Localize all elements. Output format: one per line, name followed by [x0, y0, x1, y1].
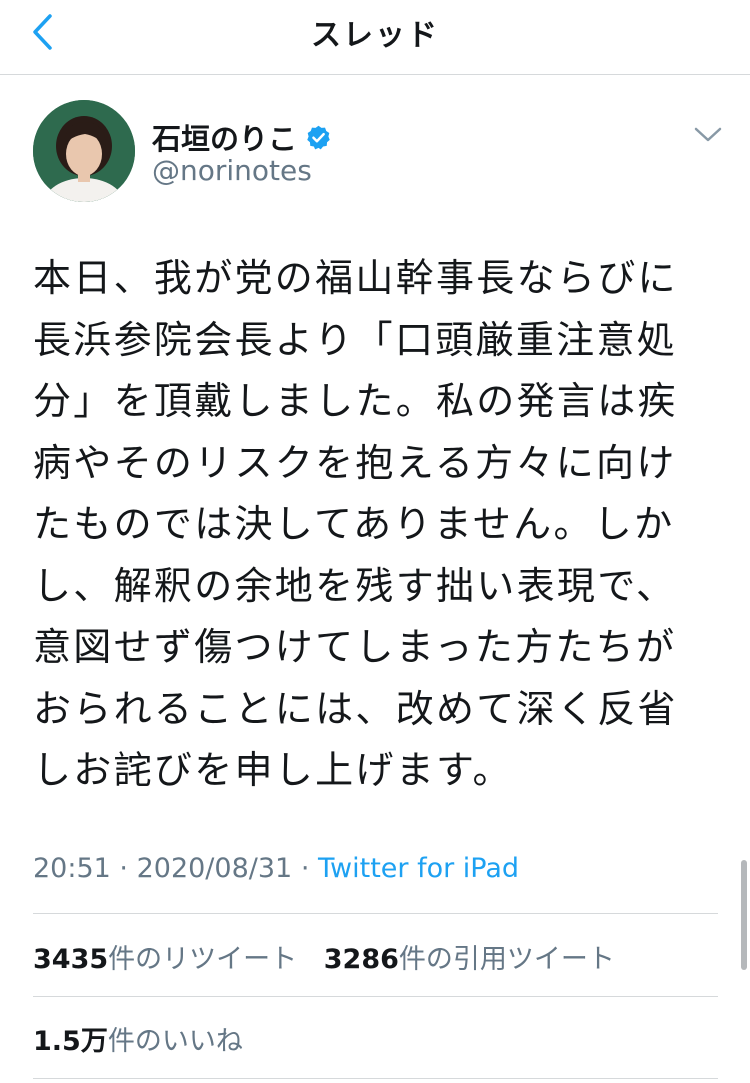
author-handle[interactable]: @norinotes — [152, 154, 312, 187]
likes-stat[interactable]: 1.5万件のいいね — [33, 1026, 243, 1057]
like-count: 1.5万 — [33, 1026, 108, 1057]
meta-separator: · — [300, 853, 310, 884]
divider — [33, 913, 718, 914]
tweet-text-line: 病やそのリスクを抱える方々に向け — [33, 440, 677, 485]
likes-stats: 1.5万件のいいね — [33, 1019, 243, 1058]
tweet-text-line: たものでは決してありません。しか — [33, 502, 675, 546]
tweet-text-line: 本日、我が党の福山幹事長ならびに — [33, 256, 678, 300]
author-name-text: 石垣のりこ — [152, 122, 298, 156]
avatar-image — [33, 100, 135, 202]
tweet-text-line: 分」を頂戴しました。私の発言は疾 — [33, 379, 678, 423]
tweet-text-line: 長浜参院会長より「口頭厳重注意処 — [33, 317, 678, 362]
avatar[interactable] — [33, 100, 135, 202]
page-title: スレッド — [311, 18, 439, 53]
divider — [33, 1078, 718, 1079]
like-label: 件のいいね — [107, 1026, 243, 1057]
quote-label: 件の引用ツイート — [398, 944, 615, 975]
nav-bar: スレッド — [0, 0, 750, 75]
engagement-stats: 3435件のリツイート 3286件の引用ツイート — [33, 937, 615, 976]
tweet-text: 本日、我が党の福山幹事長ならびに 長浜参院会長より「口頭厳重注意処 分」を頂戴し… — [33, 248, 723, 802]
scrollbar[interactable] — [741, 860, 747, 970]
retweet-label: 件のリツイート — [108, 944, 298, 975]
tweet-text-line: おられることには、改めて深く反省 — [33, 686, 678, 731]
quotes-stat[interactable]: 3286件の引用ツイート — [324, 944, 615, 975]
author-name[interactable]: 石垣のりこ — [152, 116, 332, 158]
divider — [33, 996, 718, 997]
tweet-date: 2020/08/31 — [136, 853, 293, 884]
tweet-source-link[interactable]: Twitter for iPad — [318, 853, 519, 884]
tweet-text-line: 意図せず傷つけてしまった方たちが — [33, 625, 677, 669]
meta-separator: · — [119, 853, 128, 884]
tweet-text-line: しお詫びを申し上げます。 — [33, 748, 513, 792]
tweet-time: 20:51 — [33, 853, 111, 884]
tweet-text-line: し、解釈の余地を残す拙い表現で、 — [33, 563, 677, 608]
tweet-metadata: 20:51 · 2020/08/31 · Twitter for iPad — [33, 853, 519, 884]
quote-count: 3286 — [323, 944, 399, 975]
tweet-header: 石垣のりこ @norinotes — [0, 74, 750, 214]
chevron-down-icon[interactable] — [692, 122, 724, 146]
retweet-count: 3435 — [33, 944, 109, 975]
verified-badge-icon — [307, 125, 330, 149]
retweets-stat[interactable]: 3435件のリツイート — [33, 944, 297, 975]
